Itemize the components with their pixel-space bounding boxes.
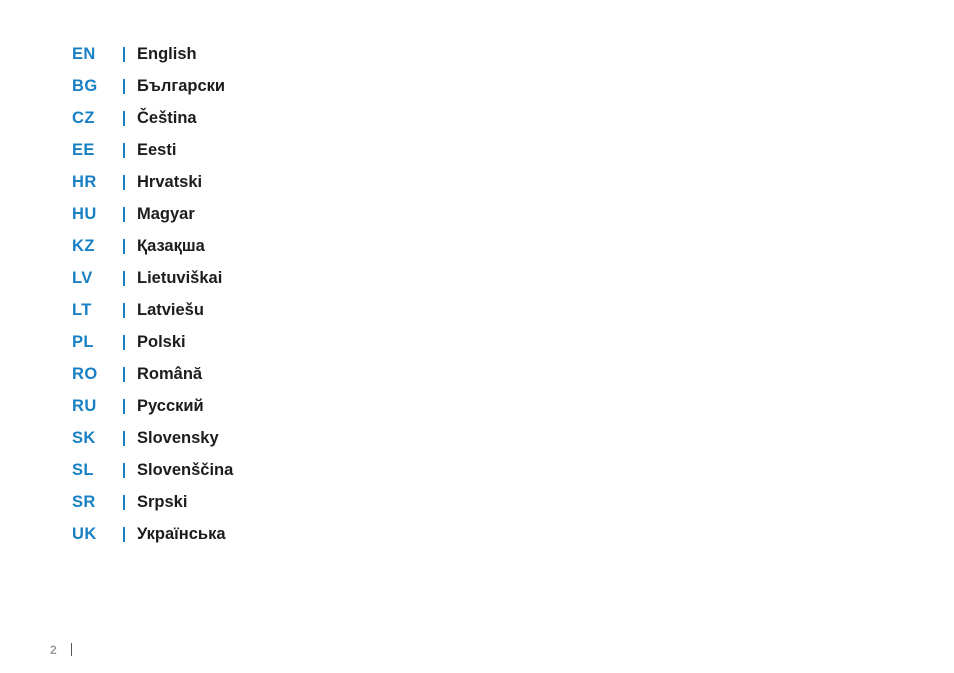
language-row[interactable]: BG Български <box>72 70 672 102</box>
language-code: SL <box>72 460 94 479</box>
language-name: Srpski <box>137 492 188 511</box>
language-code: HR <box>72 172 97 191</box>
language-code: LV <box>72 268 93 287</box>
vertical-bar-icon <box>123 142 125 158</box>
language-name: Slovenščina <box>137 460 234 479</box>
language-name: Polski <box>137 332 186 351</box>
language-code: EE <box>72 140 95 159</box>
vertical-bar-icon <box>123 494 125 510</box>
language-row[interactable]: SL Slovenščina <box>72 454 672 486</box>
vertical-bar-icon <box>123 206 125 222</box>
vertical-bar-icon <box>123 334 125 350</box>
language-code: EN <box>72 44 96 63</box>
language-name: Қазақша <box>137 236 205 255</box>
vertical-bar-icon <box>123 174 125 190</box>
language-code: PL <box>72 332 94 351</box>
vertical-bar-icon <box>123 366 125 382</box>
language-row[interactable]: SK Slovensky <box>72 422 672 454</box>
language-row[interactable]: HR Hrvatski <box>72 166 672 198</box>
language-name: Slovensky <box>137 428 219 447</box>
language-code: UK <box>72 524 97 543</box>
vertical-bar-icon <box>123 270 125 286</box>
language-code: CZ <box>72 108 95 127</box>
language-list: EN English BG Български CZ Čeština EE Eesti HR Hr… <box>72 38 672 550</box>
vertical-bar-icon <box>123 238 125 254</box>
document-page: EN English BG Български CZ Čeština EE Eesti HR Hr… <box>0 0 954 673</box>
vertical-bar-icon <box>123 110 125 126</box>
language-name: Eesti <box>137 140 177 159</box>
language-code: KZ <box>72 236 95 255</box>
page-footer: 2 <box>50 643 72 656</box>
page-number: 2 <box>50 642 57 657</box>
language-name: Русский <box>137 396 204 415</box>
language-row[interactable]: EN English <box>72 38 672 70</box>
language-code: SR <box>72 492 96 511</box>
language-code: SK <box>72 428 96 447</box>
language-row[interactable]: KZ Қазақша <box>72 230 672 262</box>
language-row[interactable]: SR Srpski <box>72 486 672 518</box>
language-code: BG <box>72 76 98 95</box>
language-name: Magyar <box>137 204 195 223</box>
language-name: Čeština <box>137 108 197 127</box>
language-row[interactable]: EE Eesti <box>72 134 672 166</box>
vertical-bar-icon <box>123 302 125 318</box>
language-code: RO <box>72 364 98 383</box>
vertical-bar-icon <box>123 526 125 542</box>
language-row[interactable]: LV Lietuviškai <box>72 262 672 294</box>
language-row[interactable]: HU Magyar <box>72 198 672 230</box>
language-name: Lietuviškai <box>137 268 223 287</box>
language-code: LT <box>72 300 92 319</box>
vertical-bar-icon <box>123 462 125 478</box>
language-name: Română <box>137 364 203 383</box>
language-row[interactable]: RO Română <box>72 358 672 390</box>
language-code: HU <box>72 204 97 223</box>
language-row[interactable]: UK Українська <box>72 518 672 550</box>
vertical-bar-icon <box>123 78 125 94</box>
vertical-bar-icon <box>123 398 125 414</box>
language-row[interactable]: RU Русский <box>72 390 672 422</box>
language-code: RU <box>72 396 97 415</box>
language-row[interactable]: LT Latviešu <box>72 294 672 326</box>
language-name: English <box>137 44 197 63</box>
language-name: Български <box>137 76 226 95</box>
language-name: Українська <box>137 524 226 543</box>
footer-separator-bar <box>70 643 72 656</box>
language-name: Latviešu <box>137 300 204 319</box>
language-row[interactable]: PL Polski <box>72 326 672 358</box>
vertical-bar-icon <box>123 430 125 446</box>
language-name: Hrvatski <box>137 172 203 191</box>
vertical-bar-icon <box>123 46 125 62</box>
language-row[interactable]: CZ Čeština <box>72 102 672 134</box>
